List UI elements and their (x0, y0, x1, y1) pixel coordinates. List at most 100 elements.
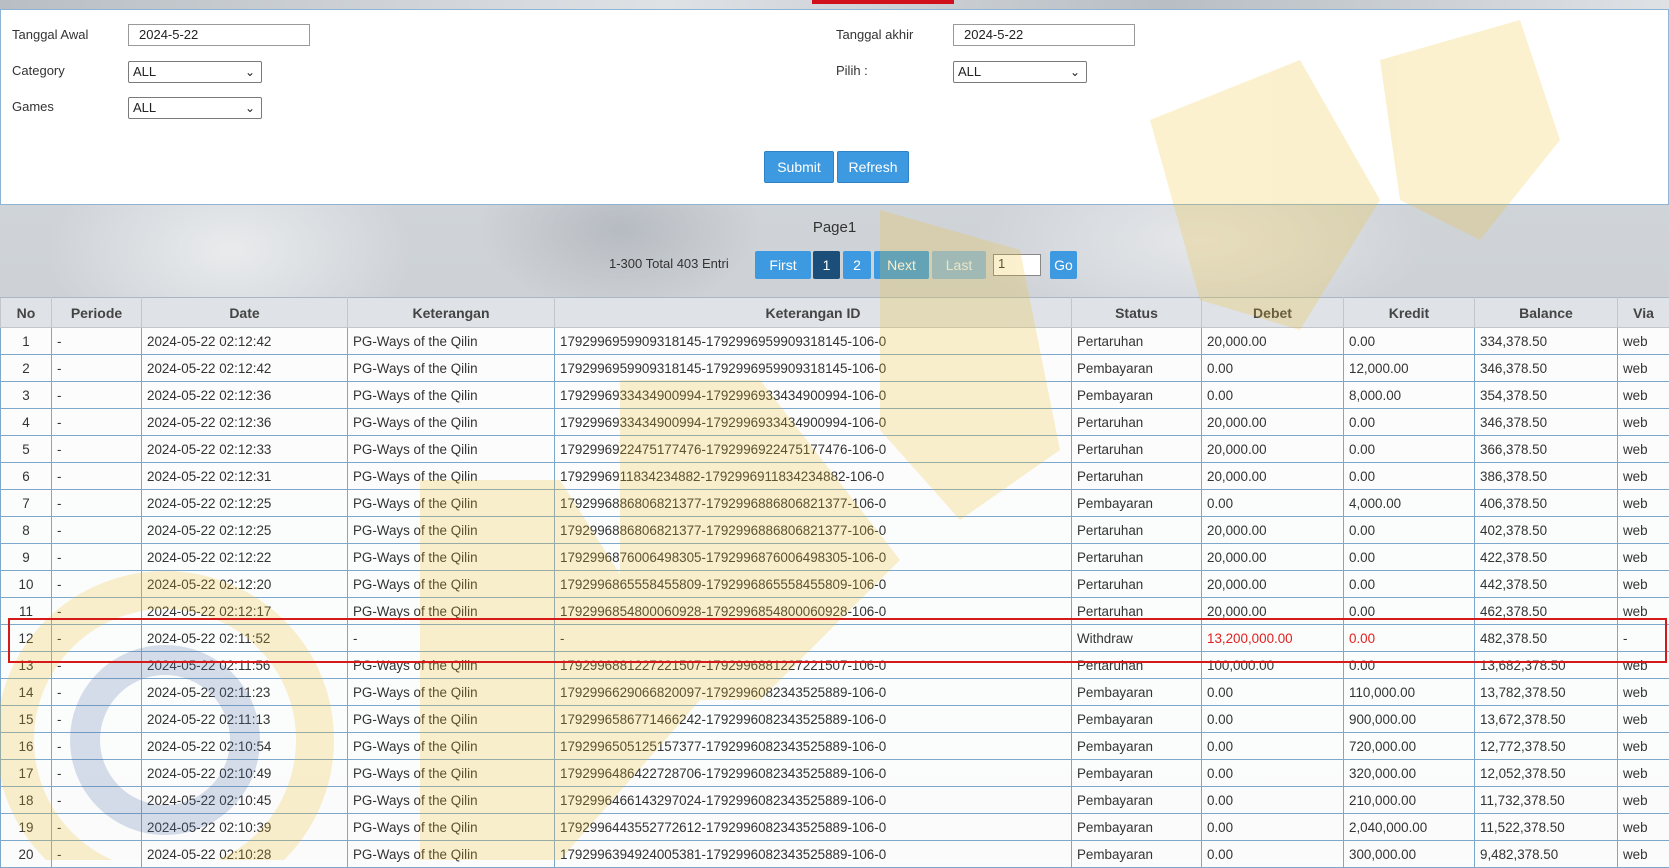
cell-via: web (1618, 544, 1669, 571)
cell-keterangan: PG-Ways of the Qilin (348, 571, 555, 598)
cell-debet: 20,000.00 (1202, 544, 1344, 571)
table-row: 1-2024-05-22 02:12:42PG-Ways of the Qili… (1, 328, 1669, 355)
cell-date: 2024-05-22 02:12:36 (142, 382, 348, 409)
start-date-label: Tanggal Awal (12, 27, 88, 42)
next-page-button[interactable]: Next (874, 251, 929, 279)
cell-debet: 20,000.00 (1202, 409, 1344, 436)
cell-via: web (1618, 490, 1669, 517)
cell-kredit: 4,000.00 (1344, 490, 1475, 517)
cell-periode: - (52, 814, 142, 841)
cell-balance: 13,682,378.50 (1475, 652, 1618, 679)
cell-debet: 20,000.00 (1202, 598, 1344, 625)
cell-kredit: 0.00 (1344, 625, 1475, 652)
cell-balance: 402,378.50 (1475, 517, 1618, 544)
cell-no: 18 (1, 787, 52, 814)
table-row: 2-2024-05-22 02:12:42PG-Ways of the Qili… (1, 355, 1669, 382)
cell-status: Pembayaran (1072, 706, 1202, 733)
cell-balance: 422,378.50 (1475, 544, 1618, 571)
cell-kredit: 110,000.00 (1344, 679, 1475, 706)
cell-balance: 386,378.50 (1475, 463, 1618, 490)
table-row: 15-2024-05-22 02:11:13PG-Ways of the Qil… (1, 706, 1669, 733)
cell-keterangan: PG-Ways of the Qilin (348, 355, 555, 382)
cell-balance: 354,378.50 (1475, 382, 1618, 409)
cell-no: 12 (1, 625, 52, 652)
cell-balance: 12,052,378.50 (1475, 760, 1618, 787)
pilih-select[interactable]: ALL ⌄ (953, 61, 1087, 83)
cell-no: 20 (1, 841, 52, 868)
cell-keterangan-id: 1792996959909318145-1792996959909318145-… (555, 328, 1072, 355)
cell-status: Pertaruhan (1072, 463, 1202, 490)
cell-debet: 0.00 (1202, 355, 1344, 382)
cell-keterangan-id: 1792996876006498305-1792996876006498305-… (555, 544, 1072, 571)
cell-periode: - (52, 328, 142, 355)
cell-debet: 100,000.00 (1202, 652, 1344, 679)
cell-status: Pembayaran (1072, 490, 1202, 517)
cell-kredit: 8,000.00 (1344, 382, 1475, 409)
submit-button[interactable]: Submit (764, 151, 834, 183)
cell-keterangan-id: 1792996911834234882-1792996911834234882-… (555, 463, 1072, 490)
cell-debet: 13,200,000.00 (1202, 625, 1344, 652)
cell-keterangan: PG-Ways of the Qilin (348, 490, 555, 517)
cell-status: Pertaruhan (1072, 544, 1202, 571)
cell-date: 2024-05-22 02:12:20 (142, 571, 348, 598)
cell-debet: 0.00 (1202, 760, 1344, 787)
cell-balance: 346,378.50 (1475, 355, 1618, 382)
category-select[interactable]: ALL ⌄ (128, 61, 262, 83)
cell-keterangan: PG-Ways of the Qilin (348, 328, 555, 355)
last-page-button[interactable]: Last (932, 251, 986, 279)
table-row: 18-2024-05-22 02:10:45PG-Ways of the Qil… (1, 787, 1669, 814)
table-row: 11-2024-05-22 02:12:17PG-Ways of the Qil… (1, 598, 1669, 625)
cell-no: 6 (1, 463, 52, 490)
table-row: 20-2024-05-22 02:10:28PG-Ways of the Qil… (1, 841, 1669, 868)
cell-status: Pertaruhan (1072, 652, 1202, 679)
page-number-input[interactable]: 1 (993, 254, 1041, 276)
first-page-button[interactable]: First (755, 251, 811, 279)
cell-date: 2024-05-22 02:10:49 (142, 760, 348, 787)
cell-balance: 11,522,378.50 (1475, 814, 1618, 841)
cell-keterangan: PG-Ways of the Qilin (348, 760, 555, 787)
go-button[interactable]: Go (1050, 251, 1077, 279)
cell-debet: 0.00 (1202, 382, 1344, 409)
cell-date: 2024-05-22 02:12:33 (142, 436, 348, 463)
cell-via: web (1618, 382, 1669, 409)
cell-kredit: 720,000.00 (1344, 733, 1475, 760)
cell-periode: - (52, 787, 142, 814)
cell-keterangan-id: 1792996881227221507-1792996881227221507-… (555, 652, 1072, 679)
cell-status: Pembayaran (1072, 382, 1202, 409)
cell-keterangan-id: 1792996394924005381-1792996082343525889-… (555, 841, 1072, 868)
end-date-input[interactable]: 2024-5-22 (953, 24, 1135, 46)
cell-date: 2024-05-22 02:11:13 (142, 706, 348, 733)
cell-debet: 20,000.00 (1202, 328, 1344, 355)
refresh-button[interactable]: Refresh (837, 151, 909, 183)
cell-kredit: 0.00 (1344, 598, 1475, 625)
table-row: 9-2024-05-22 02:12:22PG-Ways of the Qili… (1, 544, 1669, 571)
cell-no: 17 (1, 760, 52, 787)
cell-keterangan-id: 1792996466143297024-1792996082343525889-… (555, 787, 1072, 814)
cell-periode: - (52, 733, 142, 760)
cell-status: Pembayaran (1072, 679, 1202, 706)
cell-kredit: 0.00 (1344, 571, 1475, 598)
games-select-value: ALL (133, 100, 156, 115)
column-header-debet: Debet (1202, 298, 1344, 328)
page-2-button[interactable]: 2 (843, 251, 871, 279)
table-row: 8-2024-05-22 02:12:25PG-Ways of the Qili… (1, 517, 1669, 544)
cell-keterangan-id: 1792996933434900994-1792996933434900994-… (555, 382, 1072, 409)
cell-periode: - (52, 598, 142, 625)
cell-kredit: 320,000.00 (1344, 760, 1475, 787)
page-1-button[interactable]: 1 (813, 251, 840, 279)
cell-debet: 0.00 (1202, 733, 1344, 760)
column-header-keterangan: Keterangan (348, 298, 555, 328)
cell-no: 2 (1, 355, 52, 382)
cell-no: 19 (1, 814, 52, 841)
column-header-via: Via (1618, 298, 1669, 328)
games-select[interactable]: ALL ⌄ (128, 97, 262, 119)
cell-date: 2024-05-22 02:12:22 (142, 544, 348, 571)
cell-no: 4 (1, 409, 52, 436)
category-select-value: ALL (133, 64, 156, 79)
start-date-input[interactable]: 2024-5-22 (128, 24, 310, 46)
cell-keterangan-id: 1792996959909318145-1792996959909318145-… (555, 355, 1072, 382)
cell-keterangan-id: 1792996505125157377-1792996082343525889-… (555, 733, 1072, 760)
cell-no: 14 (1, 679, 52, 706)
transaction-table: NoPeriodeDateKeteranganKeterangan IDStat… (0, 297, 1669, 868)
page-title: Page1 (0, 219, 1669, 236)
